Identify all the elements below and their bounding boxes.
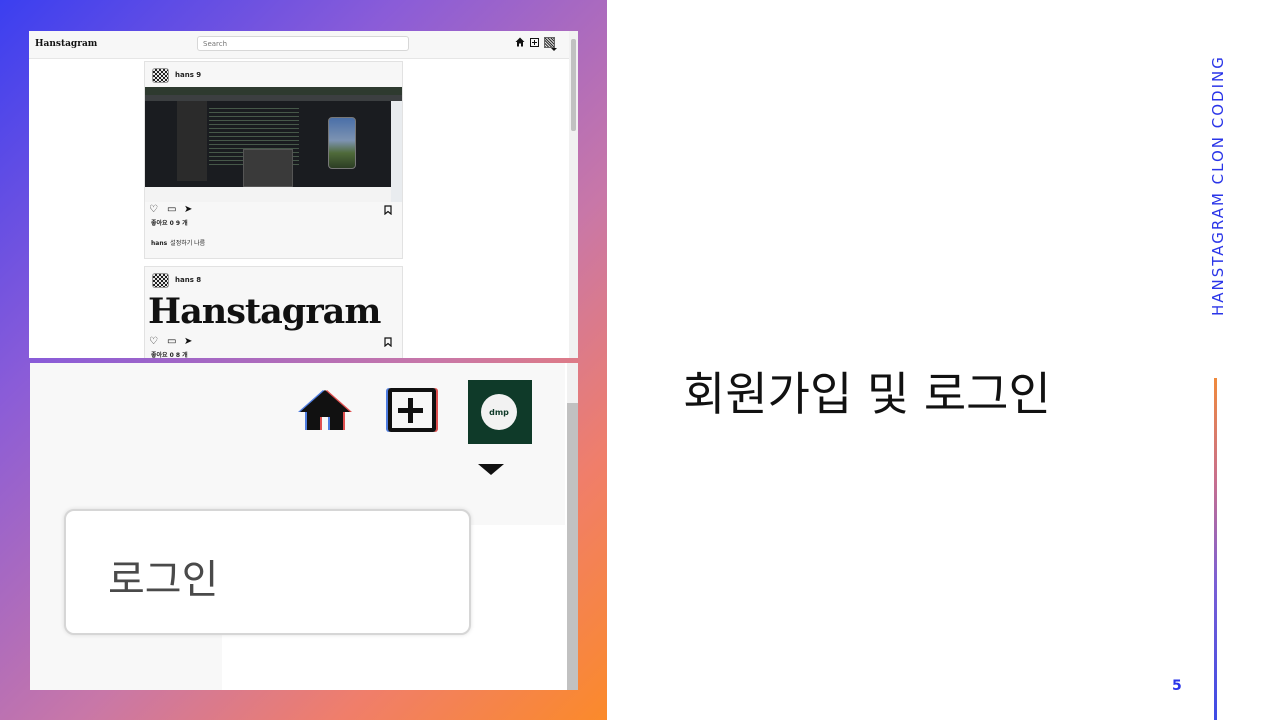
header-icons <box>515 34 555 50</box>
scrollbar-track[interactable] <box>567 363 578 403</box>
profile-avatar-icon[interactable] <box>544 36 555 48</box>
add-post-icon[interactable] <box>388 388 436 432</box>
home-icon[interactable] <box>298 388 352 432</box>
feed-post: hans 8 Hanstagram ♡ ▭ ➤ 좋아요 0 8 개 <box>144 266 403 358</box>
chevron-down-icon[interactable] <box>551 48 557 51</box>
post-username[interactable]: hans 8 <box>175 276 201 284</box>
brand-logo[interactable]: Hanstagram <box>35 39 97 49</box>
post-header: hans 8 <box>152 272 201 288</box>
comment-icon[interactable]: ▭ <box>167 204 176 216</box>
likes-count: 좋아요 0 9 개 <box>151 220 188 227</box>
post-actions: ♡ ▭ ➤ <box>149 336 397 348</box>
chevron-down-icon[interactable] <box>478 464 504 475</box>
send-icon[interactable]: ➤ <box>184 336 192 348</box>
avatar[interactable] <box>152 67 169 83</box>
bookmark-icon[interactable] <box>384 205 392 215</box>
avatar[interactable] <box>152 272 169 288</box>
heart-icon[interactable]: ♡ <box>149 336 158 348</box>
phone-preview <box>328 117 356 169</box>
post-caption: hans 설정하기 나름 <box>151 238 205 247</box>
feed-screenshot: Hanstagram hans 9 ♡ ▭ ➤ <box>29 31 578 358</box>
post-header: hans 9 <box>152 67 201 83</box>
accent-divider <box>1214 378 1217 720</box>
likes-count: 좋아요 0 8 개 <box>151 352 188 358</box>
post-username[interactable]: hans 9 <box>175 71 201 79</box>
post-actions: ♡ ▭ ➤ <box>149 204 397 216</box>
login-menu-screenshot: dmp 로그인 <box>30 363 578 690</box>
caption-username[interactable]: hans <box>151 240 167 247</box>
side-label: HANSTAGRAM CLON CODING <box>1209 55 1227 316</box>
bookmark-icon[interactable] <box>384 337 392 347</box>
comment-icon[interactable]: ▭ <box>167 336 176 348</box>
caption-text: 설정하기 나름 <box>170 240 206 247</box>
login-menu-item[interactable]: 로그인 <box>108 547 218 605</box>
post-image-logo: Hanstagram <box>148 291 381 332</box>
feed-post: hans 9 ♡ ▭ ➤ 좋아요 0 9 개 hans 설정하기 나름 <box>144 61 403 259</box>
home-icon[interactable] <box>515 37 525 47</box>
heart-icon[interactable]: ♡ <box>149 204 158 216</box>
app-header: Hanstagram <box>29 31 569 59</box>
scrollbar-thumb[interactable] <box>571 39 576 131</box>
scrollbar-thumb[interactable] <box>567 403 578 690</box>
search-input[interactable] <box>197 36 409 51</box>
page-number: 5 <box>1172 678 1182 694</box>
profile-dropdown-menu: 로그인 <box>64 509 471 635</box>
slide-title: 회원가입 및 로그인 <box>683 367 1051 421</box>
profile-avatar-icon[interactable]: dmp <box>468 380 532 444</box>
add-post-icon[interactable] <box>530 37 539 47</box>
post-image <box>145 87 402 202</box>
send-icon[interactable]: ➤ <box>184 204 192 216</box>
avatar-text: dmp <box>481 394 517 430</box>
